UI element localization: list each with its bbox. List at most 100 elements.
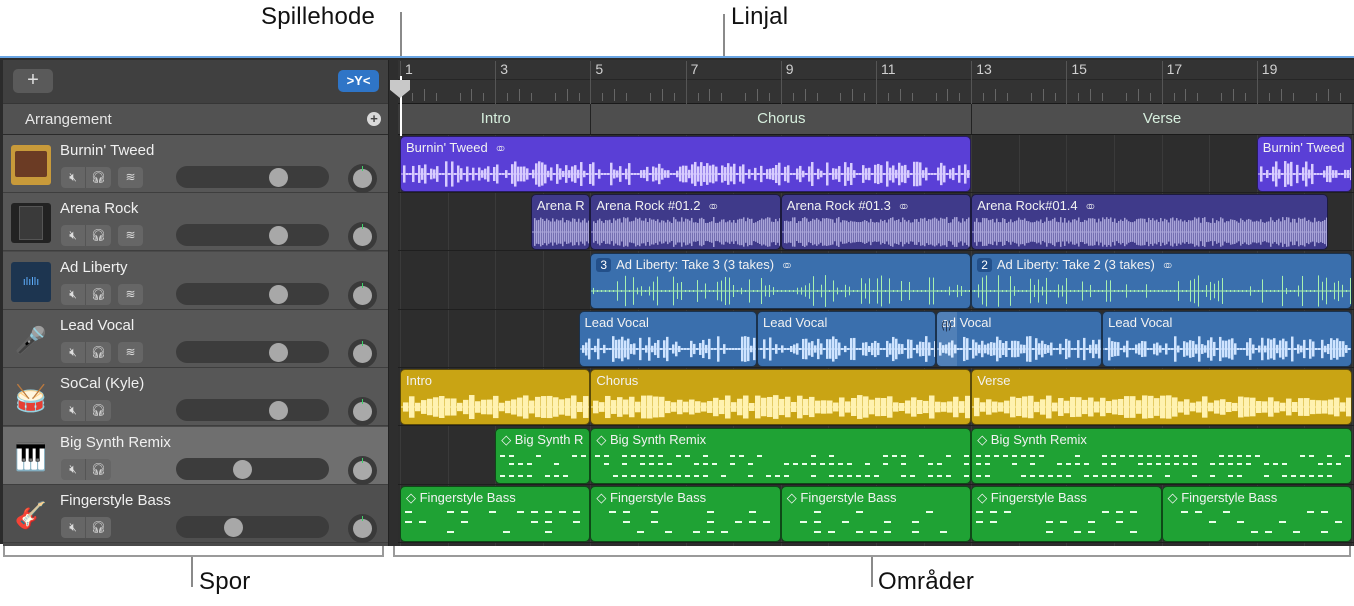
volume-slider[interactable] — [176, 457, 329, 480]
arrangement-marker-chorus[interactable]: Chorus — [590, 104, 972, 134]
track-lane[interactable]: Lead Vocal Lead Vocal ad Vocal ⟨|⟩ Lead Voca… — [398, 310, 1354, 368]
pan-knob[interactable] — [348, 280, 377, 310]
take-number-badge[interactable]: 3 — [596, 257, 612, 272]
input-monitor-button[interactable]: ≋ — [118, 283, 143, 305]
note — [693, 530, 701, 533]
track-lane[interactable]: 3 Ad Liberty: Take 3 (3 takes) ○○ 2 Ad Liber… — [398, 252, 1354, 310]
region[interactable]: Verse — [971, 369, 1352, 426]
pan-knob[interactable] — [348, 513, 377, 543]
volume-slider-thumb[interactable] — [269, 168, 288, 187]
region[interactable]: Burnin' Tweed ○○ — [400, 136, 972, 192]
solo-button[interactable]: 🎧︎ — [86, 458, 111, 480]
track-lane[interactable]: ◇ Big Synth R ◇ Big Synth Remix ◇ Big Synt… — [398, 427, 1354, 485]
add-track-button[interactable]: + — [13, 69, 53, 93]
region[interactable]: Intro — [400, 369, 591, 426]
waveform — [1180, 510, 1342, 533]
region[interactable]: ◇ Fingerstyle Bass — [590, 485, 781, 542]
ruler[interactable]: 1 3 5 7 9 11 13 15 17 19 — [398, 60, 1354, 105]
note — [1219, 454, 1225, 457]
note — [640, 454, 646, 457]
pan-knob[interactable] — [348, 164, 377, 193]
mute-button[interactable]: 🔇︎ — [61, 225, 86, 247]
volume-slider-thumb[interactable] — [223, 517, 243, 537]
region[interactable]: Arena Rock #01.2 ○○ — [590, 194, 781, 251]
arrangement-marker-intro[interactable]: Intro — [400, 104, 591, 134]
region[interactable]: Arena R — [530, 194, 591, 251]
ruler-tick — [1292, 93, 1294, 101]
track-header[interactable]: 🎤 Lead Vocal 🔇︎ 🎧︎ ≋ — [3, 309, 388, 368]
volume-slider[interactable] — [176, 399, 329, 422]
pan-knob[interactable] — [348, 222, 377, 252]
mute-button[interactable]: 🔇︎ — [61, 283, 86, 305]
note — [1300, 474, 1306, 477]
region[interactable]: ◇ Fingerstyle Bass — [780, 485, 972, 542]
solo-button[interactable]: 🎧︎ — [86, 167, 111, 188]
mute-button[interactable]: 🔇︎ — [61, 458, 86, 480]
region[interactable]: ◇ Fingerstyle Bass — [971, 485, 1162, 542]
ruler-tick — [792, 93, 794, 101]
volume-slider-thumb[interactable] — [232, 459, 252, 479]
region[interactable]: Arena Rock#01.4 ○○ — [971, 194, 1329, 251]
timeline-area[interactable]: 1 3 5 7 9 11 13 15 17 19 Intro Chorus Verse Burnin'… — [398, 60, 1354, 546]
input-monitor-button[interactable]: ≋ — [118, 341, 143, 363]
note — [649, 454, 655, 457]
region[interactable]: ◇ Fingerstyle Bass — [400, 485, 591, 542]
pan-knob[interactable] — [348, 455, 377, 485]
solo-button[interactable]: 🎧︎ — [86, 225, 111, 247]
volume-slider-thumb[interactable] — [269, 342, 288, 362]
volume-slider[interactable] — [176, 282, 329, 305]
ruler-bar-number: 7 — [685, 61, 698, 105]
track-header[interactable]: ılıllı Ad Liberty 🔇︎ 🎧︎ ≋ — [3, 251, 388, 310]
region[interactable]: Burnin' Tweed — [1256, 136, 1352, 192]
take-number-badge[interactable]: 2 — [977, 257, 992, 272]
region[interactable]: 3 Ad Liberty: Take 3 (3 takes) ○○ — [590, 252, 972, 309]
region[interactable]: ◇ Big Synth Remix — [971, 427, 1352, 484]
mute-button[interactable]: 🔇︎ — [61, 341, 86, 363]
input-monitor-button[interactable]: ≋ — [118, 167, 143, 188]
region[interactable]: ◇ Big Synth Remix — [590, 427, 972, 484]
input-monitor-button[interactable]: ≋ — [118, 225, 143, 247]
solo-button[interactable]: 🎧︎ — [86, 516, 111, 538]
mute-button[interactable]: 🔇︎ — [61, 400, 86, 422]
note — [1057, 474, 1063, 477]
region[interactable]: Lead Vocal — [578, 310, 757, 367]
solo-button[interactable]: 🎧︎ — [86, 400, 111, 422]
trim-handle[interactable]: ⟨|⟩ — [936, 311, 957, 366]
track-header[interactable]: 🎹 Big Synth Remix 🔇︎ 🎧︎ — [3, 426, 388, 485]
solo-button[interactable]: 🎧︎ — [86, 341, 111, 363]
region[interactable]: ◇ Big Synth R — [495, 427, 591, 484]
pan-knob[interactable] — [348, 338, 377, 368]
track-header[interactable]: 🥁 SoCal (Kyle) 🔇︎ 🎧︎ — [3, 368, 388, 427]
region[interactable]: 2 Ad Liberty: Take 2 (3 takes) ○○ — [971, 252, 1352, 309]
volume-slider-thumb[interactable] — [269, 284, 288, 304]
track-header[interactable]: 🎸 Fingerstyle Bass 🔇︎ 🎧︎ — [3, 484, 388, 543]
add-arrangement-marker-button[interactable]: + — [367, 112, 381, 126]
region[interactable]: ◇ Fingerstyle Bass — [1161, 485, 1352, 542]
volume-slider-thumb[interactable] — [269, 226, 288, 246]
region[interactable]: Arena Rock #01.3 ○○ — [780, 194, 972, 251]
region[interactable]: Lead Vocal — [757, 310, 936, 367]
mute-button[interactable]: 🔇︎ — [61, 167, 86, 188]
catch-playhead-button[interactable]: >Y< — [338, 70, 379, 92]
track-lane[interactable]: Arena R Arena Rock #01.2 ○○ Arena Rock #01.… — [398, 193, 1354, 252]
note — [604, 454, 610, 457]
volume-slider[interactable] — [176, 515, 329, 538]
region[interactable]: Lead Vocal — [1102, 310, 1352, 367]
track-lane[interactable]: Burnin' Tweed ○○ Burnin' Tweed — [398, 135, 1354, 193]
region[interactable]: ad Vocal ⟨|⟩ — [935, 310, 1103, 367]
panel-divider[interactable] — [388, 60, 398, 546]
track-header[interactable]: Arena Rock 🔇︎ 🎧︎ ≋ — [3, 193, 388, 252]
note — [573, 510, 580, 513]
track-lane[interactable]: ◇ Fingerstyle Bass ◇ Fingerstyle Bass ◇ Fi… — [398, 485, 1354, 543]
mute-button[interactable]: 🔇︎ — [61, 516, 86, 538]
track-header[interactable]: Burnin' Tweed 🔇︎ 🎧︎ ≋ — [3, 135, 388, 193]
solo-button[interactable]: 🎧︎ — [86, 283, 111, 305]
volume-slider[interactable] — [176, 340, 329, 363]
volume-slider[interactable] — [176, 224, 329, 247]
pan-knob[interactable] — [348, 397, 377, 427]
region[interactable]: Chorus — [590, 369, 972, 426]
arrangement-marker-verse[interactable]: Verse — [971, 104, 1352, 134]
volume-slider-thumb[interactable] — [269, 401, 288, 421]
track-lane[interactable]: Intro Chorus Verse — [398, 368, 1354, 427]
volume-slider[interactable] — [176, 166, 329, 188]
